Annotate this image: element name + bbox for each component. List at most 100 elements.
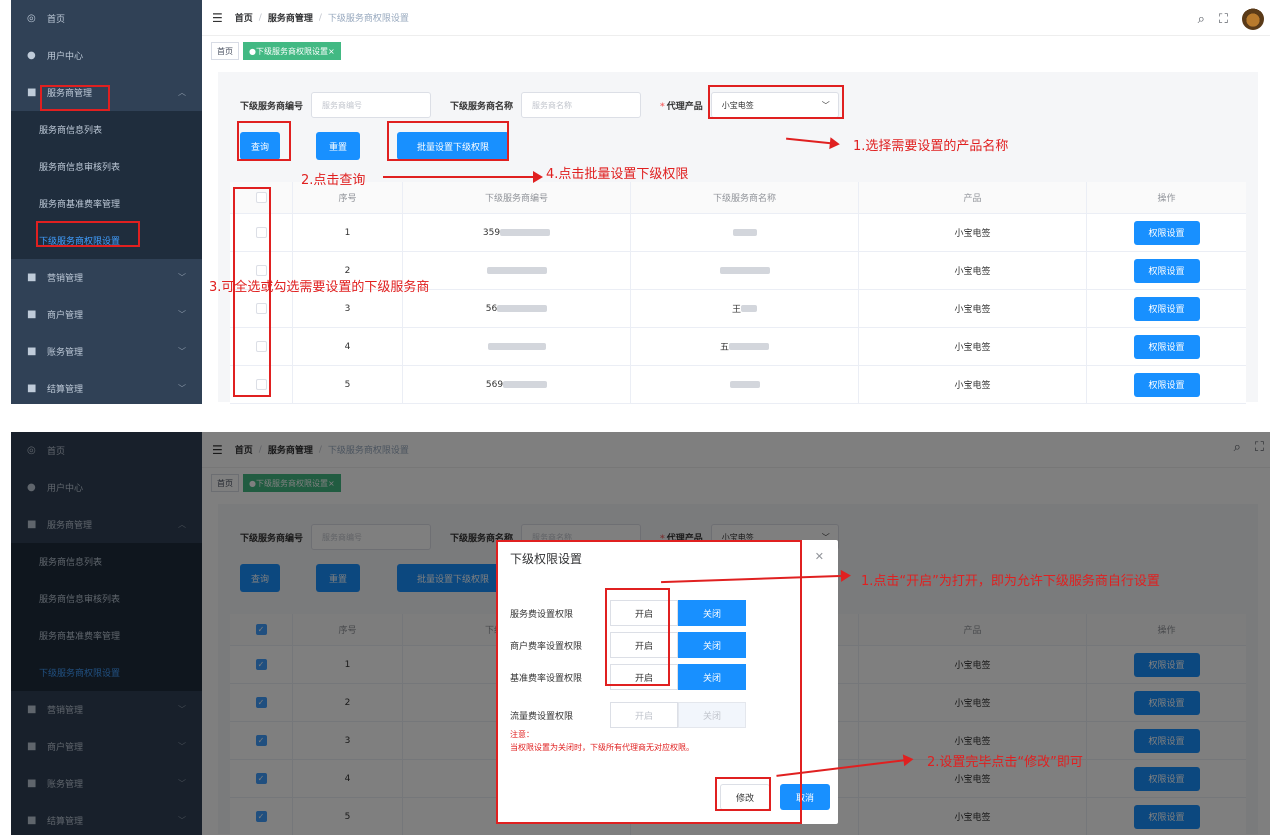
row-code: 56 <box>403 290 631 327</box>
search-icon[interactable]: ⌕ <box>1198 12 1205 27</box>
sidebar-item-label: 服务商信息列表 <box>39 126 103 136</box>
header-name: 下级服务商名称 <box>631 182 859 213</box>
arrow-4 <box>383 171 543 183</box>
name-input[interactable]: 服务商名称 <box>521 92 642 118</box>
grid-icon: ■ <box>27 346 37 357</box>
code-input[interactable]: 服务商编号 <box>311 92 432 118</box>
sidebar-item-label: 服务商基准费率管理 <box>39 200 121 210</box>
highlight-batch <box>387 121 509 161</box>
breadcrumb-separator: / <box>258 12 262 23</box>
row-product: 小宝电签 <box>859 366 1087 403</box>
header-code: 下级服务商编号 <box>403 182 631 213</box>
header-product: 产品 <box>859 182 1087 213</box>
row-no: 3 <box>293 290 403 327</box>
sidebar-item-label: 结算管理 <box>47 385 84 395</box>
sidebar-item-settlement[interactable]: ■ 结算管理 ﹀ <box>11 370 202 404</box>
sidebar-item-label: 营销管理 <box>47 274 84 284</box>
breadcrumb-separator: / <box>318 12 322 23</box>
table-row: 1 359 小宝电签 权限设置 <box>230 214 1246 252</box>
highlight-provider-mgmt <box>40 85 110 111</box>
sidebar-item-provider-audit[interactable]: 服务商信息审核列表 <box>11 148 202 185</box>
row-product: 小宝电签 <box>859 214 1087 251</box>
highlight-product-select <box>708 85 844 119</box>
top-bar: ☰ 首页 / 服务商管理 / 下级服务商权限设置 ⌕ ⛶ <box>202 0 1270 36</box>
row-code <box>403 252 631 289</box>
table-row: 3 56 王 小宝电签 权限设置 <box>230 290 1246 328</box>
table-row: 4 五 小宝电签 权限设置 <box>230 328 1246 366</box>
annotation-b2: 2.设置完毕点击“修改”即可 <box>927 755 1083 770</box>
row-product: 小宝电签 <box>859 252 1087 289</box>
annotation-step1: 1.选择需要设置的产品名称 <box>853 139 1009 154</box>
tag-current[interactable]: ● 下级服务商权限设置 × <box>243 42 341 60</box>
sidebar-item-merchant[interactable]: ■ 商户管理 ﹀ <box>11 296 202 333</box>
table-header: 序号 下级服务商编号 下级服务商名称 产品 操作 <box>230 182 1246 214</box>
user-icon: ● <box>27 50 36 61</box>
row-code: 569 <box>403 366 631 403</box>
permission-settings-button[interactable]: 权限设置 <box>1133 334 1200 359</box>
permission-settings-button[interactable]: 权限设置 <box>1133 372 1200 397</box>
filter-name: 下级服务商名称 服务商名称 <box>450 92 642 118</box>
row-product: 小宝电签 <box>859 290 1087 327</box>
top-right-tools: ⌕ ⛶ <box>1198 8 1264 30</box>
chevron-down-icon: ﹀ <box>178 347 186 356</box>
reset-button[interactable]: 重置 <box>316 132 360 160</box>
grid-icon: ■ <box>27 309 37 320</box>
row-no: 4 <box>293 328 403 365</box>
chevron-down-icon: ﹀ <box>178 273 186 282</box>
row-name <box>631 366 859 403</box>
tag-current-label: 下级服务商权限设置 <box>255 46 328 56</box>
annotation-step2: 2.点击查询 <box>301 173 366 188</box>
chevron-up-icon: ︿ <box>178 88 186 97</box>
header-action: 操作 <box>1157 194 1176 204</box>
dashboard-icon: ◎ <box>27 13 36 24</box>
sidebar-item-label: 首页 <box>47 15 66 25</box>
sidebar-item-label: 用户中心 <box>47 52 84 62</box>
chevron-down-icon: ﹀ <box>178 310 186 319</box>
close-icon[interactable]: ✕ <box>815 550 824 563</box>
breadcrumb-parent[interactable]: 服务商管理 <box>268 11 313 24</box>
sidebar-item-accounting[interactable]: ■ 账务管理 ﹀ <box>11 333 202 370</box>
grid-icon: ■ <box>27 87 37 98</box>
breadcrumb-current: 下级服务商权限设置 <box>327 14 409 24</box>
sidebar-item-label: 商户管理 <box>47 311 84 321</box>
screenshot-step2: ◎首页 ●用户中心 ■服务商管理︿ 服务商信息列表 服务商信息审核列表 服务商基… <box>11 432 1270 835</box>
table-row: 5 569 小宝电签 权限设置 <box>230 366 1246 404</box>
sidebar-item-label: 账务管理 <box>47 348 84 358</box>
avatar[interactable] <box>1242 8 1264 30</box>
sidebar: ◎首页 ●用户中心 ■服务商管理︿ 服务商信息列表 服务商信息审核列表 服务商基… <box>11 0 202 404</box>
tags-view: 首页 ● 下级服务商权限设置 × <box>202 42 1270 62</box>
highlight-sub-permission <box>36 221 140 247</box>
highlight-query <box>237 121 291 161</box>
row-no: 5 <box>293 366 403 403</box>
permission-settings-button[interactable]: 权限设置 <box>1133 220 1200 245</box>
permission-settings-button[interactable]: 权限设置 <box>1133 258 1200 283</box>
grid-icon: ■ <box>27 272 37 283</box>
row-name <box>631 252 859 289</box>
name-label: 下级服务商名称 <box>450 101 514 112</box>
breadcrumb-home[interactable]: 首页 <box>235 11 253 24</box>
fullscreen-icon[interactable]: ⛶ <box>1219 12 1228 27</box>
code-label: 下级服务商编号 <box>240 101 304 112</box>
row-no: 1 <box>293 214 403 251</box>
sidebar-item-base-rate[interactable]: 服务商基准费率管理 <box>11 185 202 222</box>
annotation-step3: 3.可全选或勾选需要设置的下级服务商 <box>209 280 430 295</box>
screenshot-step1: ◎ 首页 ● 用户中心 ■ 服务商管理 ︿ 服务商信息列表 服务商信息审核列表 服务商基… <box>11 0 1270 404</box>
sidebar-item-user-center[interactable]: ● 用户中心 <box>11 37 202 74</box>
row-name: 王 <box>631 290 859 327</box>
grid-icon: ■ <box>27 383 37 394</box>
row-code <box>403 328 631 365</box>
annotation-b1: 1.点击“开启”为打开，即为允许下级服务商自行设置 <box>861 574 1160 589</box>
sidebar-item-home[interactable]: ◎ 首页 <box>11 0 202 37</box>
main-content: 下级服务商编号 服务商编号 下级服务商名称 服务商名称 *代理产品 小宝电签﹀ … <box>218 72 1258 404</box>
sidebar-item-marketing[interactable]: ■ 营销管理 ﹀ <box>11 259 202 296</box>
permission-settings-button[interactable]: 权限设置 <box>1133 296 1200 321</box>
hamburger-icon[interactable]: ☰ <box>212 11 223 25</box>
highlight-modify <box>715 777 771 811</box>
annotation-step4: 4.点击批量设置下级权限 <box>546 167 689 182</box>
row-product: 小宝电签 <box>859 328 1087 365</box>
tag-home[interactable]: 首页 <box>211 42 239 60</box>
sidebar-item-provider-list[interactable]: 服务商信息列表 <box>11 111 202 148</box>
row-code: 359 <box>403 214 631 251</box>
sidebar-item-label: 服务商信息审核列表 <box>39 163 121 173</box>
row-name: 五 <box>631 328 859 365</box>
